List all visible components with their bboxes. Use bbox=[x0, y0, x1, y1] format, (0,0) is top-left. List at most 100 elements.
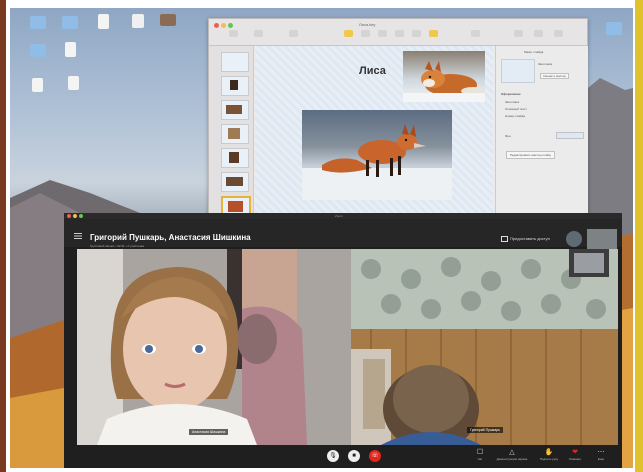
fox-image-walking[interactable] bbox=[302, 110, 452, 200]
window-title: Лиса.key bbox=[359, 22, 376, 27]
appearance-heading: Оформление bbox=[501, 92, 521, 96]
share-access-label: Предоставить доступ bbox=[510, 236, 550, 242]
heart-icon: ❤ bbox=[572, 449, 578, 456]
reactions-label: Реакции bbox=[569, 457, 581, 461]
slide-thumbnail[interactable] bbox=[221, 52, 249, 72]
camera-button[interactable]: ■ bbox=[348, 450, 360, 462]
keynote-toolbar: Лиса.key bbox=[209, 19, 587, 46]
share-screen-button[interactable]: △ Демонстрация экрана bbox=[492, 449, 532, 461]
option-slide-number-checkbox[interactable]: Номер слайда bbox=[505, 114, 525, 118]
raise-hand-button[interactable]: ✋ Поднять руку bbox=[536, 449, 562, 461]
option-body-checkbox[interactable]: Основной текст bbox=[505, 107, 527, 111]
toolbar-media-button[interactable] bbox=[412, 30, 421, 37]
call-subtitle: Групповой звонок • 02:31 • 2 участника bbox=[90, 244, 144, 248]
fox-lying-illustration bbox=[403, 61, 485, 102]
edit-master-button[interactable]: Редактировать мастер-слайд bbox=[506, 151, 555, 159]
option-title-checkbox[interactable]: Заголовок bbox=[505, 100, 519, 104]
close-window-button[interactable] bbox=[214, 23, 219, 28]
chat-label: Чат bbox=[477, 457, 483, 461]
chat-icon: ☐ bbox=[476, 449, 484, 456]
slide-thumbnail[interactable] bbox=[221, 148, 249, 168]
share-icon bbox=[501, 236, 508, 242]
zoom-window-title: Zoom bbox=[335, 214, 343, 218]
toolbar-format-button[interactable] bbox=[514, 30, 523, 37]
keynote-window: Лиса.key Лиса Макет слайда Заголовок Сме… bbox=[208, 18, 588, 223]
format-inspector: Макет слайда Заголовок Сменить мастер Оф… bbox=[495, 46, 588, 222]
participant-name-tag: Григорий Пушкарь bbox=[467, 427, 503, 433]
slide-thumbnail[interactable] bbox=[221, 172, 249, 192]
share-access-button[interactable]: Предоставить доступ bbox=[501, 236, 550, 242]
toolbar-shape-button[interactable] bbox=[395, 30, 404, 37]
background-label: Фон bbox=[505, 134, 511, 138]
toolbar-comment-button[interactable] bbox=[429, 30, 438, 37]
slide-canvas[interactable]: Лиса bbox=[255, 46, 493, 222]
slide-thumbnail[interactable] bbox=[221, 124, 249, 144]
minimize-window-button[interactable] bbox=[221, 23, 226, 28]
camera-icon: ■ bbox=[352, 453, 356, 459]
slide-navigator bbox=[209, 46, 254, 222]
zoom-meeting-window: Zoom Григорий Пушкарь, Анастасия Шишкина… bbox=[64, 213, 622, 468]
change-master-button[interactable]: Сменить мастер bbox=[540, 73, 569, 79]
reactions-button[interactable]: ❤ Реакции bbox=[564, 449, 586, 461]
self-view-thumbnail[interactable] bbox=[587, 229, 617, 251]
microphone-button[interactable]: 🎙 bbox=[327, 450, 339, 462]
toolbar-document-button[interactable] bbox=[554, 30, 563, 37]
document-icon[interactable] bbox=[32, 78, 43, 92]
slide-title[interactable]: Лиса bbox=[359, 65, 386, 77]
fox-walking-illustration bbox=[302, 124, 452, 200]
toolbar-share-button[interactable] bbox=[471, 30, 480, 37]
layout-preview[interactable] bbox=[501, 59, 535, 83]
slide[interactable]: Лиса bbox=[255, 46, 493, 222]
layout-name: Заголовок bbox=[538, 62, 553, 66]
background-fill-well[interactable] bbox=[556, 132, 584, 139]
toolbar-add-slide-button[interactable] bbox=[289, 30, 298, 37]
toolbar-zoom-button[interactable] bbox=[254, 30, 263, 37]
toolbar-table-button[interactable] bbox=[344, 30, 353, 37]
close-window-button[interactable] bbox=[67, 214, 71, 218]
image-file-icon[interactable] bbox=[160, 14, 176, 26]
music-file-icon[interactable] bbox=[132, 14, 144, 28]
share-screen-icon: △ bbox=[509, 449, 515, 456]
share-screen-label: Демонстрация экрана bbox=[496, 457, 528, 461]
frame-right-edge bbox=[635, 0, 643, 472]
slide-thumbnail[interactable] bbox=[221, 76, 249, 96]
call-title: Григорий Пушкарь, Анастасия Шишкина bbox=[90, 233, 251, 242]
fox-image-lying[interactable] bbox=[403, 51, 485, 102]
toolbar-view-button[interactable] bbox=[229, 30, 238, 37]
hang-up-icon: ☏ bbox=[371, 453, 379, 459]
participant-name-tag: Анастасия Шишкина bbox=[189, 429, 229, 435]
microphone-icon: 🎙 bbox=[329, 453, 337, 459]
participant-video-tile[interactable]: Григорий Пушкарь bbox=[351, 249, 618, 445]
folder-icon[interactable] bbox=[606, 22, 622, 35]
inspector-tab[interactable]: Макет слайда bbox=[524, 50, 543, 54]
end-call-button[interactable]: ☏ bbox=[369, 450, 381, 462]
frame-left-edge bbox=[0, 0, 6, 472]
folder-icon[interactable] bbox=[62, 16, 78, 29]
girl-video-feed bbox=[77, 249, 351, 445]
slide-thumbnail[interactable] bbox=[221, 100, 249, 120]
menu-icon[interactable] bbox=[74, 233, 82, 239]
zoom-window-button[interactable] bbox=[79, 214, 83, 218]
more-label: Ещё bbox=[597, 457, 605, 461]
raise-hand-label: Поднять руку bbox=[539, 457, 559, 461]
document-icon[interactable] bbox=[68, 76, 79, 90]
document-icon[interactable] bbox=[98, 14, 109, 29]
call-header: Григорий Пушкарь, Анастасия Шишкина Груп… bbox=[64, 219, 622, 251]
photo-frame: Лиса.key Лиса Макет слайда Заголовок Сме… bbox=[0, 0, 643, 472]
chat-button[interactable]: ☐ Чат bbox=[469, 449, 491, 461]
pdf-file-icon[interactable] bbox=[65, 42, 76, 57]
zoom-window-button[interactable] bbox=[228, 23, 233, 28]
minimize-window-button[interactable] bbox=[73, 214, 77, 218]
more-icon: ⋯ bbox=[597, 449, 605, 456]
folder-icon[interactable] bbox=[30, 16, 46, 29]
hand-icon: ✋ bbox=[544, 449, 554, 456]
participant-video-tile[interactable]: Анастасия Шишкина bbox=[77, 249, 351, 445]
folder-icon[interactable] bbox=[30, 44, 46, 57]
user-avatar[interactable] bbox=[566, 231, 582, 247]
toolbar-animate-button[interactable] bbox=[534, 30, 543, 37]
boy-video-feed bbox=[351, 249, 618, 445]
call-controls-bar: 🎙 ■ ☏ ☐ Чат △ Демонстрация экрана ✋ Подн… bbox=[64, 445, 622, 468]
toolbar-chart-button[interactable] bbox=[361, 30, 370, 37]
more-button[interactable]: ⋯ Ещё bbox=[590, 449, 612, 461]
toolbar-text-button[interactable] bbox=[378, 30, 387, 37]
